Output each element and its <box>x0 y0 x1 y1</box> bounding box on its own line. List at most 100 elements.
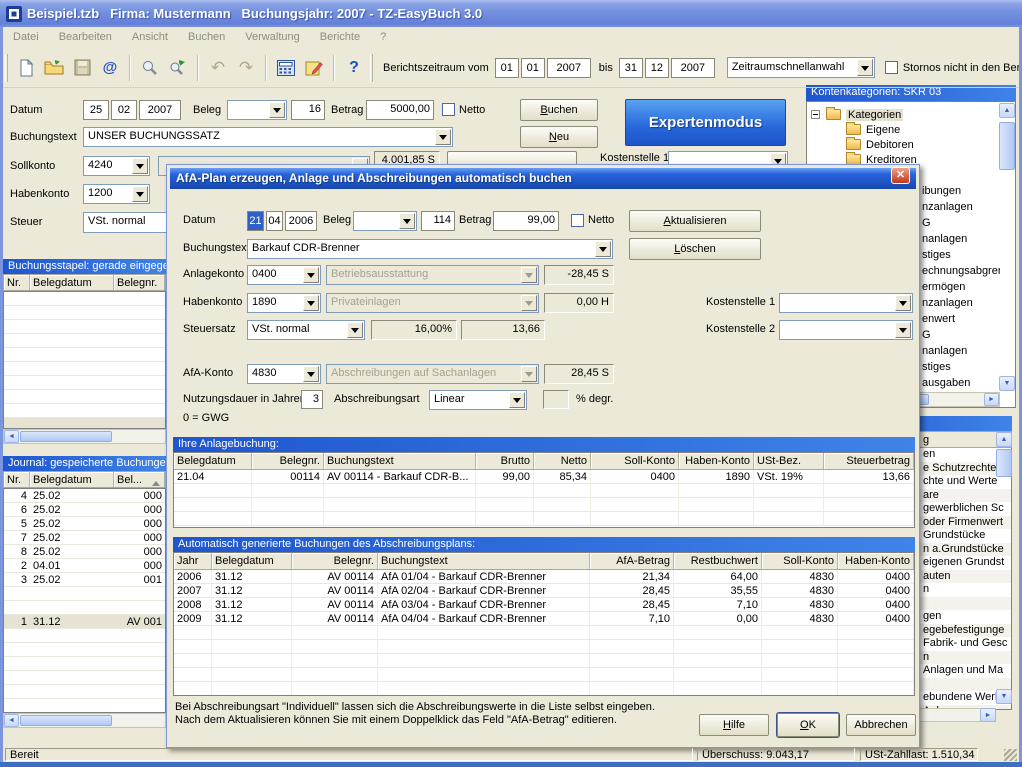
abbrechen-button[interactable]: Abbrechen <box>846 714 916 736</box>
stack-hscrollbar[interactable]: ◄ <box>3 429 166 444</box>
table-row[interactable]: 525.02000 <box>4 517 165 531</box>
search-icon[interactable] <box>137 55 163 81</box>
netto-checkbox[interactable] <box>571 214 584 227</box>
kostenstelle1-combo[interactable] <box>779 293 913 313</box>
table-row[interactable] <box>4 320 165 334</box>
column-header[interactable]: AfA-Betrag <box>590 553 674 569</box>
anlagekonto-combo[interactable]: 0400 <box>247 265 321 285</box>
calculator-icon[interactable] <box>273 55 299 81</box>
afa-konto-combo[interactable]: 4830 <box>247 364 321 384</box>
column-header[interactable]: Belegdatum <box>30 472 114 487</box>
column-header[interactable]: Belegdatum <box>30 275 114 290</box>
menu-bearbeiten[interactable]: Bearbeiten <box>49 27 122 48</box>
scroll-thumb[interactable] <box>20 715 112 726</box>
column-header[interactable]: Restbuchwert <box>674 553 762 569</box>
column-header[interactable]: Buchungstext <box>378 553 590 569</box>
resize-grip[interactable] <box>1004 749 1017 761</box>
table-row[interactable] <box>174 512 914 526</box>
undo-icon[interactable]: ↶ <box>205 55 231 81</box>
column-header[interactable]: Steuerbetrag <box>824 453 914 469</box>
table-row[interactable] <box>174 626 914 640</box>
period-to-day[interactable]: 31 <box>619 58 643 78</box>
table-row[interactable]: 725.02000 <box>4 531 165 545</box>
chevron-down-icon[interactable] <box>269 102 285 118</box>
table-row[interactable]: 825.02000 <box>4 545 165 559</box>
date-month-field[interactable]: 04 <box>266 211 283 231</box>
dialog-title-bar[interactable]: AfA-Plan erzeugen, Anlage und Abschreibu… <box>170 168 916 189</box>
column-header[interactable]: Belegdatum <box>174 453 252 469</box>
column-header[interactable]: Haben-Konto <box>838 553 914 569</box>
journal-hscrollbar[interactable]: ◄ <box>3 713 166 728</box>
date-day-field[interactable]: 21 <box>247 211 264 231</box>
buchungstext-combo[interactable]: Barkauf CDR-Brenner <box>247 239 613 259</box>
belegnr-field[interactable]: 16 <box>291 100 325 120</box>
menu-verwaltung[interactable]: Verwaltung <box>235 27 309 48</box>
journal-panel-table[interactable]: 425.02000625.02000525.02000725.02000825.… <box>3 488 166 713</box>
table-row[interactable]: 200731.12AV 00114AfA 02/04 - Barkauf CDR… <box>174 584 914 598</box>
column-header[interactable]: Brutto <box>476 453 534 469</box>
table-row[interactable] <box>4 404 165 418</box>
period-from-month[interactable]: 01 <box>521 58 545 78</box>
scroll-down-icon[interactable]: ▼ <box>996 689 1012 704</box>
table-row[interactable]: 204.01000 <box>4 559 165 573</box>
chevron-down-icon[interactable] <box>895 295 911 311</box>
table-row[interactable] <box>174 668 914 682</box>
stack-panel-table[interactable] <box>3 291 166 429</box>
belegnr-field[interactable]: 114 <box>421 211 455 231</box>
tree-item-label[interactable]: Eigene <box>866 124 900 136</box>
table-row[interactable] <box>4 643 165 657</box>
abschreibungsplan-table[interactable]: JahrBelegdatumBelegnr.BuchungstextAfA-Be… <box>173 552 915 696</box>
buchungstext-combo[interactable]: UNSER BUCHUNGSSATZ <box>83 127 453 147</box>
scroll-right-icon[interactable]: ► <box>984 393 999 406</box>
chevron-down-icon[interactable] <box>132 158 148 174</box>
table-row[interactable]: 325.02001 <box>4 573 165 587</box>
neu-button[interactable]: Neu <box>520 126 598 148</box>
column-header[interactable]: Haben-Konto <box>679 453 754 469</box>
beleg-combo[interactable] <box>227 100 287 120</box>
habenkonto-combo[interactable]: 1200 <box>83 184 150 204</box>
column-header[interactable]: USt-Bez. <box>754 453 824 469</box>
table-row[interactable] <box>4 362 165 376</box>
scroll-thumb[interactable] <box>20 431 112 442</box>
table-row[interactable] <box>4 629 165 643</box>
table-row[interactable]: 200631.12AV 00114AfA 01/04 - Barkauf CDR… <box>174 570 914 584</box>
table-row[interactable] <box>4 334 165 348</box>
chevron-down-icon[interactable] <box>595 241 611 257</box>
column-header[interactable]: Belegnr. <box>292 553 378 569</box>
chevron-down-icon[interactable] <box>399 213 415 229</box>
tree-item-label[interactable]: Kategorien <box>846 109 903 121</box>
storno-checkbox[interactable] <box>885 61 898 74</box>
scroll-up-icon[interactable]: ▲ <box>996 432 1012 447</box>
chevron-down-icon[interactable] <box>347 322 363 338</box>
nutzungsdauer-field[interactable]: 3 <box>301 390 323 409</box>
table-row[interactable]: 425.02000 <box>4 489 165 503</box>
loeschen-button[interactable]: Löschen <box>629 238 761 260</box>
column-header[interactable]: Nr. <box>4 472 30 487</box>
new-document-icon[interactable] <box>13 55 39 81</box>
table-row[interactable] <box>4 671 165 685</box>
table-row[interactable]: 131.12AV 001 <box>4 615 165 629</box>
table-row[interactable] <box>4 376 165 390</box>
column-header[interactable]: Belegdatum <box>212 553 292 569</box>
abschreibungsart-combo[interactable]: Linear <box>429 390 527 410</box>
scroll-right-icon[interactable]: ► <box>980 708 996 722</box>
aktualisieren-button[interactable]: Aktualisieren <box>629 210 761 232</box>
tree-item-kategorien[interactable]: Kategorien <box>811 107 903 122</box>
column-header[interactable]: Soll-Konto <box>591 453 679 469</box>
period-from-year[interactable]: 2007 <box>547 58 591 78</box>
menu-berichte[interactable]: Berichte <box>310 27 370 48</box>
table-row[interactable] <box>174 654 914 668</box>
sollkonto-combo[interactable]: 4240 <box>83 156 150 176</box>
chevron-down-icon[interactable] <box>132 186 148 202</box>
table-row[interactable] <box>174 640 914 654</box>
table-row[interactable]: 200931.12AV 00114AfA 04/04 - Barkauf CDR… <box>174 612 914 626</box>
period-to-month[interactable]: 12 <box>645 58 669 78</box>
edit-journal-icon[interactable] <box>301 55 327 81</box>
column-header[interactable]: Belegnr. <box>252 453 324 469</box>
column-header[interactable]: Buchungstext <box>324 453 476 469</box>
table-body[interactable]: 21.0400114AV 00114 - Barkauf CDR-B...99,… <box>174 470 914 526</box>
scroll-thumb[interactable] <box>999 122 1015 170</box>
table-row[interactable] <box>4 587 165 601</box>
column-header[interactable]: Netto <box>534 453 591 469</box>
menu-ansicht[interactable]: Ansicht <box>122 27 178 48</box>
